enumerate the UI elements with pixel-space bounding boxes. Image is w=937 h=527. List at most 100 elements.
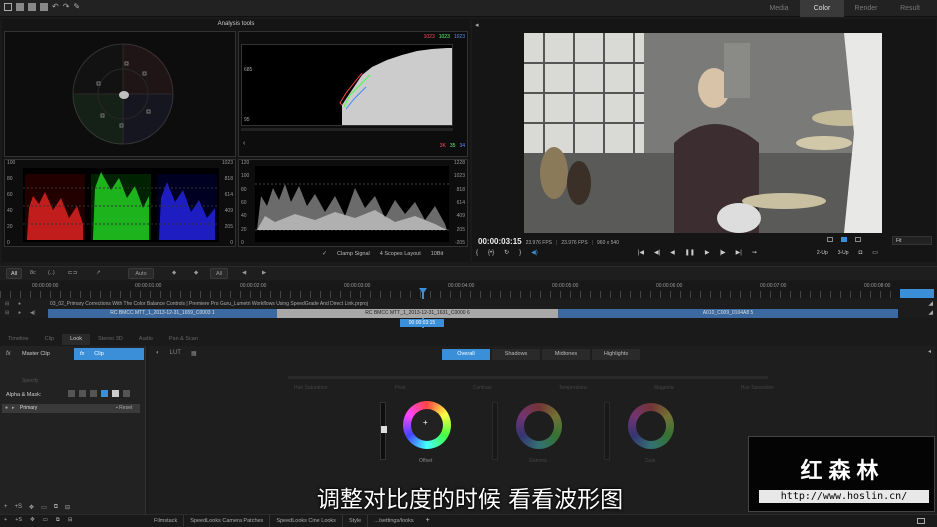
viewer-back-icon[interactable]: ◂	[475, 21, 479, 29]
tab-result[interactable]: Result	[888, 0, 932, 17]
go-in-icon[interactable]: {•}	[488, 250, 494, 256]
footer-s-icon[interactable]: +S	[15, 517, 22, 524]
step-back-icon[interactable]: ◀|	[654, 249, 660, 256]
viewer-wipe-icon[interactable]	[855, 237, 861, 242]
layer-fx-icon[interactable]: +S	[15, 504, 23, 511]
ruler-end-marker[interactable]	[900, 289, 934, 298]
audio-icon[interactable]: ◀)	[531, 249, 538, 256]
gain-wheel[interactable]	[628, 403, 674, 449]
layer-move-icon[interactable]: ✥	[29, 504, 34, 511]
clip-button[interactable]: fx Clip	[74, 348, 144, 360]
timeline-ruler[interactable]: 00:00:00:00 00:00:01:00 00:00:02:00 00:0…	[0, 281, 937, 298]
clip-3[interactable]: A010_C009_0104A8 5	[558, 309, 898, 318]
track2-audio-icon[interactable]: ◀)	[30, 310, 36, 316]
grade-tab-midtones[interactable]: Midtones	[542, 349, 590, 360]
clamp-check-icon[interactable]: ✓	[322, 250, 327, 257]
layer-expand-icon[interactable]: ▸	[12, 405, 15, 411]
bit-depth-select[interactable]: 10Bit	[431, 251, 444, 257]
clip-1[interactable]: RC BMCC MTT_1_2013-12-31_1659_C0003 1	[48, 309, 277, 318]
link-icon[interactable]: (..)	[48, 270, 55, 276]
grade-tab-highlights[interactable]: Highlights	[592, 349, 640, 360]
tab-timeline[interactable]: Timeline	[0, 334, 37, 345]
footer-add-tab-icon[interactable]: +	[420, 515, 436, 527]
add-icon[interactable]: ◆	[172, 270, 176, 276]
primary-layer[interactable]: ● ▸ Primary ▪ Reset	[2, 404, 140, 413]
track2-eye-icon[interactable]: ●	[18, 310, 21, 316]
mask-icon-5[interactable]	[112, 390, 119, 397]
mask-icon-2[interactable]	[79, 390, 86, 397]
footer-folder-icon[interactable]: ▭	[43, 517, 48, 524]
layer-eye-icon[interactable]: ●	[5, 405, 8, 411]
footer-dup-icon[interactable]: ⧉	[56, 517, 60, 524]
compare-icon[interactable]: ▭	[872, 249, 878, 256]
two-up-button[interactable]: 2-Up	[817, 250, 828, 256]
layer-del-icon[interactable]: ⊟	[65, 504, 70, 511]
all-button[interactable]: All	[6, 268, 22, 279]
undo-icon[interactable]: ↶	[52, 3, 59, 11]
tab-look[interactable]: Look	[62, 334, 91, 345]
play-back-icon[interactable]: ◀	[670, 249, 675, 256]
layer-icon[interactable]: 8c	[30, 270, 36, 276]
hist-prev-icon[interactable]: ‹	[243, 140, 245, 147]
snapshot-icon[interactable]: ◘	[859, 250, 863, 256]
go-start-icon[interactable]: |◀	[638, 249, 644, 256]
clip-2[interactable]: RC BMCC MTT_1_2013-12-31_1631_C0000 6	[277, 309, 558, 318]
offset-wheel[interactable]: +	[403, 401, 451, 449]
footer-monitor-icon[interactable]	[917, 518, 925, 524]
import-icon[interactable]	[16, 3, 24, 11]
footer-tab-camera[interactable]: SpeedLooks Camera Patches	[184, 515, 271, 527]
track2-lock-icon[interactable]: ⊟	[5, 310, 9, 316]
grade-mode-icon[interactable]: ◐	[156, 350, 160, 357]
auto-button[interactable]: Auto	[128, 268, 154, 279]
mask-icon-6[interactable]	[123, 390, 130, 397]
tab-media[interactable]: Media	[760, 0, 798, 17]
settings-icon[interactable]: ✎	[73, 3, 80, 11]
master-clip-label[interactable]: Master Clip	[22, 351, 50, 357]
tab-panscan[interactable]: Pan & Scan	[161, 334, 206, 345]
track2-options-icon[interactable]: ◢	[928, 309, 933, 316]
offset-slider-handle[interactable]	[381, 426, 387, 433]
export-icon[interactable]	[28, 3, 36, 11]
prev-key-icon[interactable]: ◀	[242, 270, 246, 276]
tab-stereo[interactable]: Stereo 3D	[90, 334, 131, 345]
footer-add-icon[interactable]: +	[4, 517, 7, 524]
mark-out-icon[interactable]: }	[519, 250, 521, 256]
gamma-slider[interactable]	[492, 402, 498, 460]
fit-select[interactable]: Fit	[892, 236, 932, 245]
grade-tab-overall[interactable]: Overall	[442, 349, 490, 360]
mask-icon-4[interactable]	[101, 390, 108, 397]
arrow-icon[interactable]: ↗	[96, 270, 101, 276]
menu-icon[interactable]	[4, 3, 12, 11]
viewer-grid-icon[interactable]	[827, 237, 833, 242]
nest-icon[interactable]: ⊏⊐	[68, 270, 77, 276]
tab-color[interactable]: Color	[800, 0, 844, 17]
layer-add-icon[interactable]: +	[4, 504, 8, 511]
footer-tab-settings[interactable]: .../settings/looks	[368, 515, 419, 527]
shuttle-icon[interactable]: ⇝	[752, 249, 757, 256]
layer-dup-icon[interactable]: ⧉	[54, 504, 58, 511]
footer-del-icon[interactable]: ⊟	[68, 517, 73, 524]
all-keys-button[interactable]: All	[210, 268, 228, 279]
tab-audio[interactable]: Audio	[131, 334, 161, 345]
footer-move-icon[interactable]: ✥	[30, 517, 35, 524]
loop-icon[interactable]: ↻	[504, 249, 509, 256]
gamma-wheel[interactable]	[516, 403, 562, 449]
reset-button[interactable]: ▪ Reset	[116, 405, 132, 411]
grade-expand-icon[interactable]: ◂	[928, 348, 931, 355]
step-forward-icon[interactable]: |▶	[719, 249, 725, 256]
save-icon[interactable]	[40, 3, 48, 11]
tab-clip[interactable]: Clip	[37, 334, 62, 345]
clamp-signal-label[interactable]: Clamp Signal	[337, 251, 370, 257]
tab-render[interactable]: Render	[844, 0, 888, 17]
footer-tab-filmstack[interactable]: Filmstack	[148, 515, 185, 527]
scope-layout-select[interactable]: 4 Scopes Layout	[380, 251, 421, 257]
footer-tab-cine[interactable]: SpeedLooks Cine Looks	[270, 515, 343, 527]
stop-icon[interactable]: ❚❚	[685, 249, 695, 256]
play-icon[interactable]: ▶	[705, 249, 710, 256]
three-up-button[interactable]: 3-Up	[838, 250, 849, 256]
gain-slider[interactable]	[604, 402, 610, 460]
viewer-split-icon[interactable]	[841, 237, 847, 242]
redo-icon[interactable]: ↷	[63, 3, 70, 11]
track-eye-icon[interactable]: ●	[18, 301, 21, 307]
next-key-icon[interactable]: ▶	[262, 270, 266, 276]
